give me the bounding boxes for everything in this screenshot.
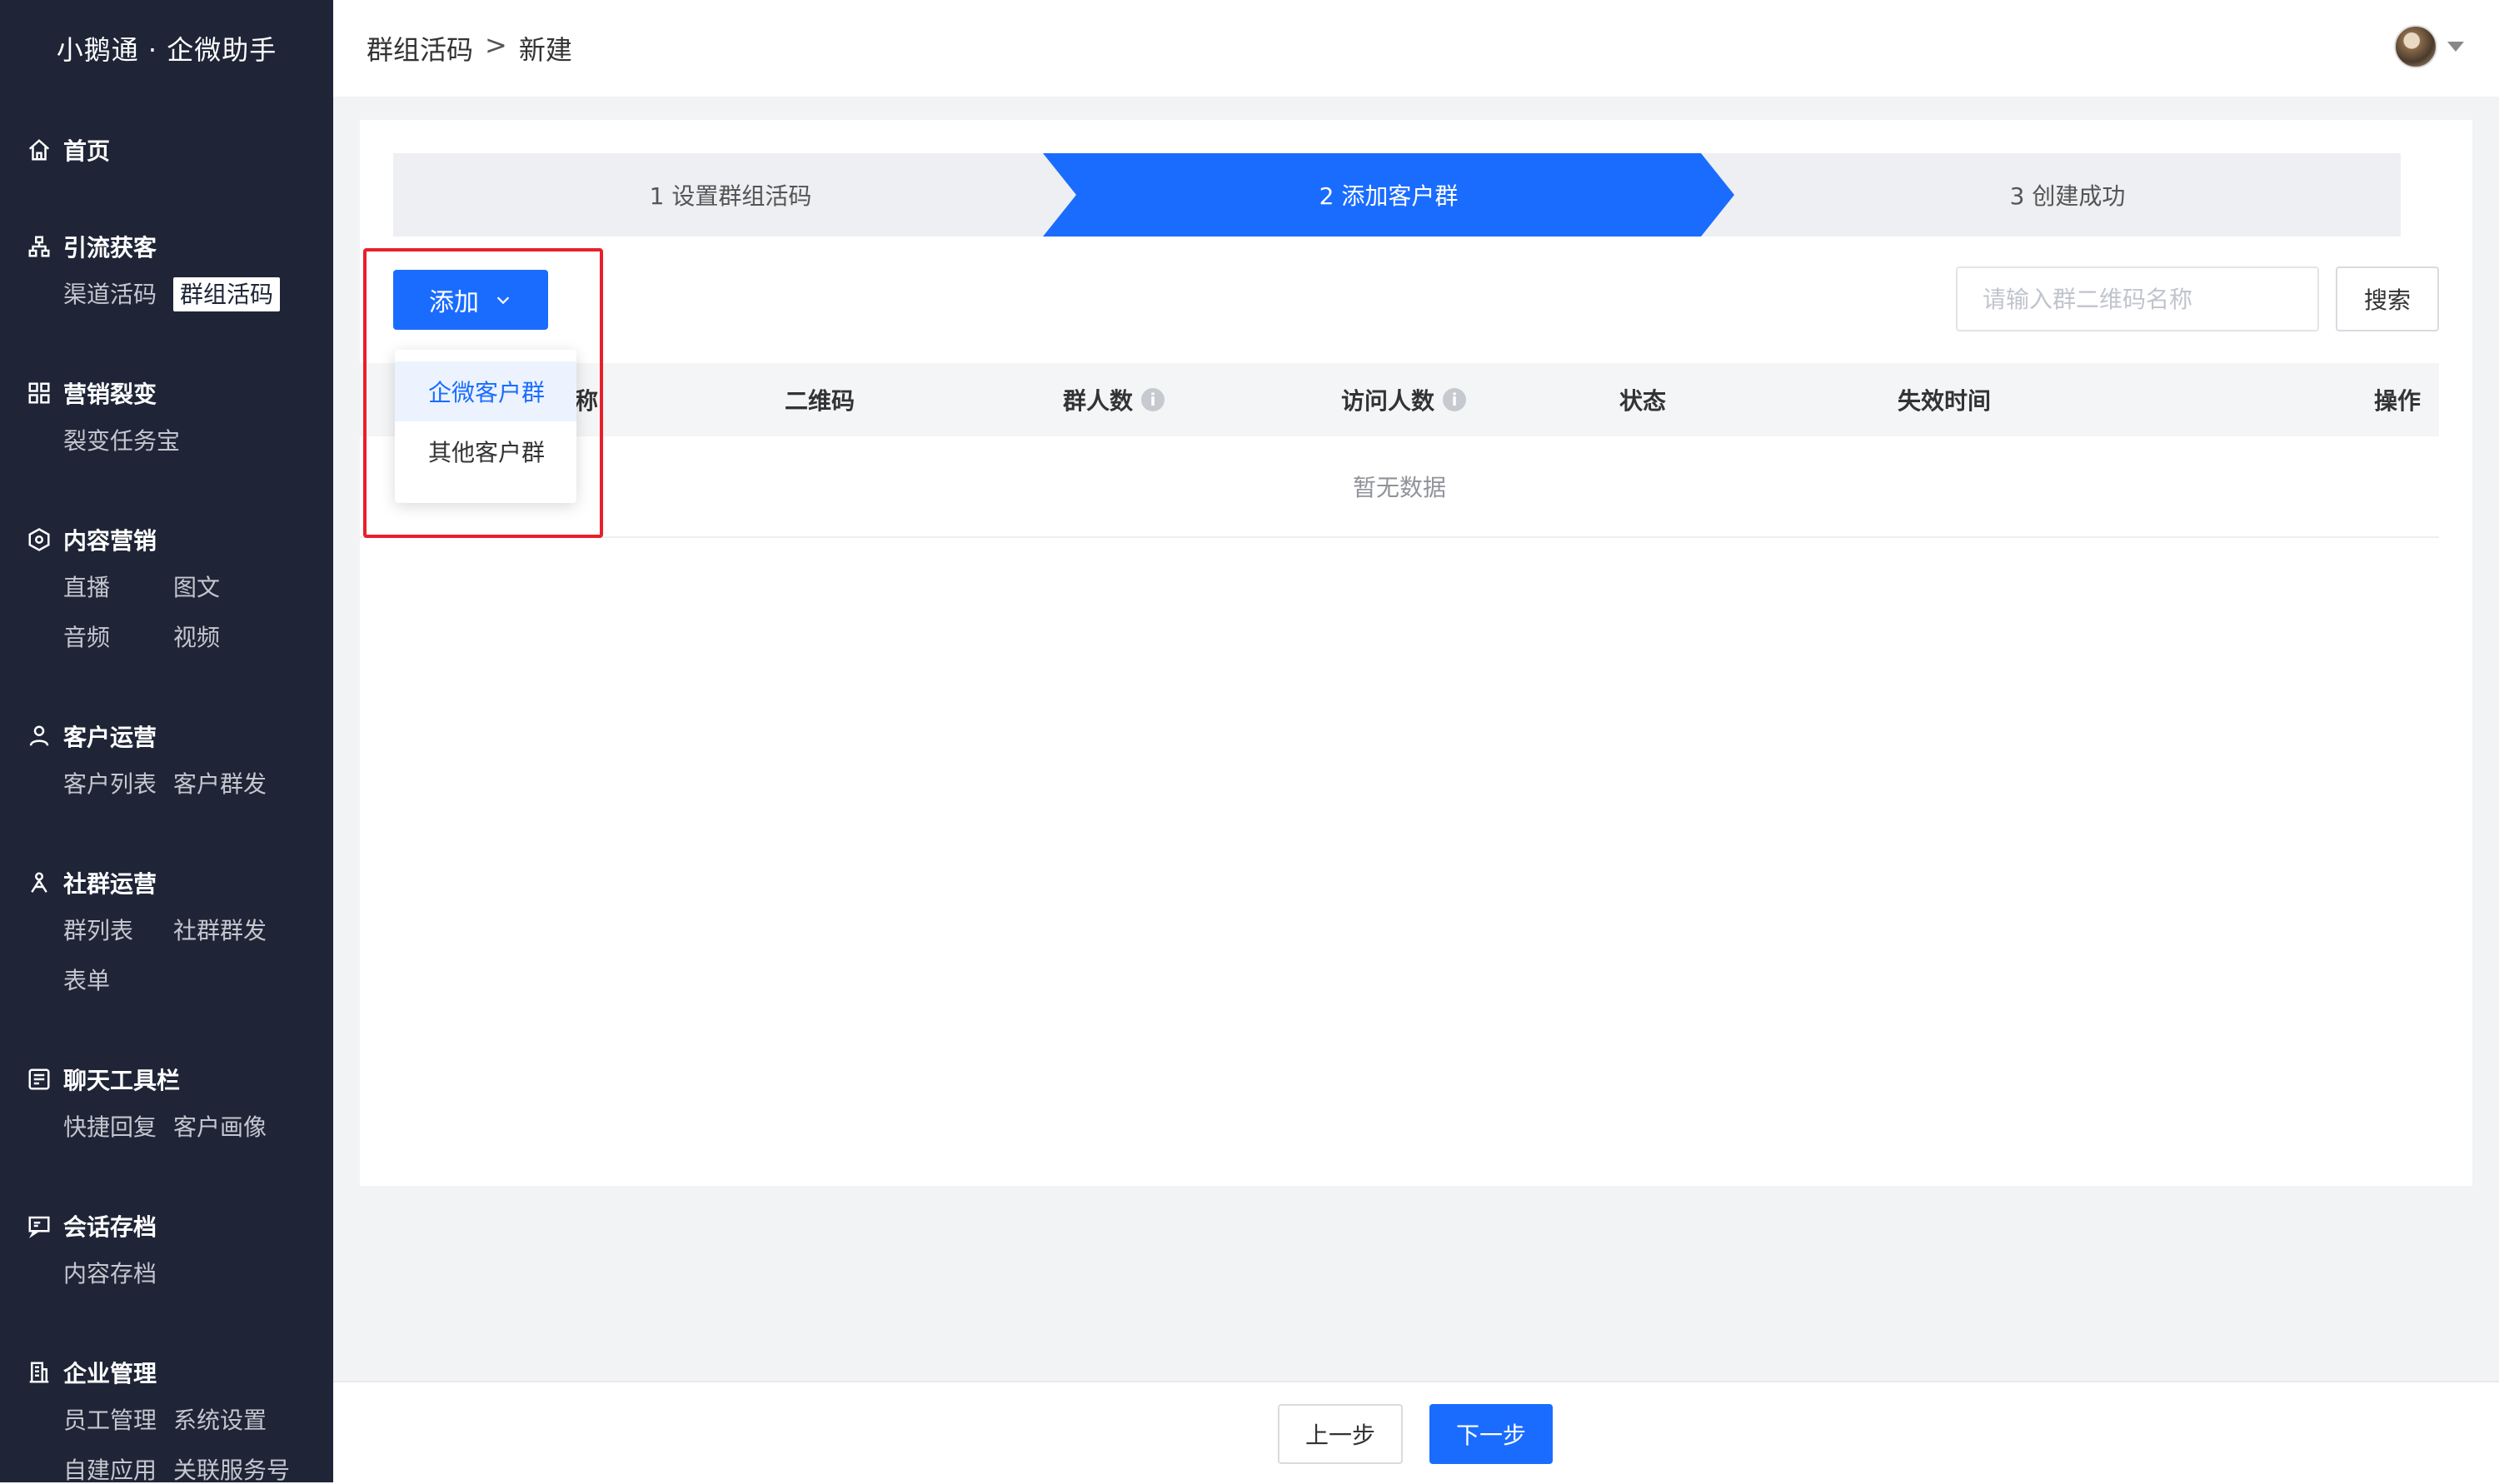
person-icon: [27, 724, 52, 749]
breadcrumb-separator: >: [485, 29, 507, 61]
sidebar-item-channel-code[interactable]: 渠道活码: [63, 270, 173, 320]
nav-group-label: 企业管理: [63, 1360, 157, 1387]
toolbar-icon: [27, 1067, 52, 1092]
top-header: 群组活码 > 新建: [333, 0, 2499, 97]
sidebar-item-service-account[interactable]: 关联服务号: [173, 1446, 290, 1482]
main-card: 1 设置群组活码 3 创建成功 2 添加客户群 添加 搜索 名称 二维码 群人数…: [360, 120, 2472, 1186]
sidebar-item-customer-profile[interactable]: 客户画像: [173, 1103, 283, 1153]
empty-state: 暂无数据: [360, 436, 2439, 538]
sidebar-item-group-code[interactable]: 群组活码: [173, 270, 283, 320]
nav-group-content: 内容营销 直播 图文 音频 视频: [0, 516, 333, 663]
sidebar-item-settings[interactable]: 系统设置: [173, 1396, 283, 1446]
sidebar-item-live[interactable]: 直播: [63, 563, 173, 613]
nav-group-title[interactable]: 客户运营: [0, 713, 333, 759]
breadcrumb-parent[interactable]: 群组活码: [367, 29, 473, 67]
nav-group-label: 首页: [63, 137, 111, 165]
brand-title: 小鹅通 · 企微助手: [56, 34, 277, 66]
nav-group-label: 内容营销: [63, 527, 157, 555]
next-step-button[interactable]: 下一步: [1429, 1404, 1553, 1464]
nav-group-title[interactable]: 内容营销: [0, 516, 333, 563]
group-table: 名称 二维码 群人数 i 访问人数 i 状态 失效时间 操作 暂无数据: [360, 363, 2439, 538]
nav-group-customer: 客户运营 客户列表 客户群发: [0, 713, 333, 809]
column-actions: 操作: [2374, 387, 2422, 415]
breadcrumb: 群组活码 > 新建: [367, 29, 572, 67]
sidebar: 小鹅通 · 企微助手 首页 引流获客 渠道活码 群组活码 营销裂变 裂变任务宝 …: [0, 0, 333, 1482]
column-member-count: 群人数 i: [1063, 363, 1165, 436]
group-icon: [27, 870, 52, 895]
hierarchy-icon: [27, 381, 52, 406]
nav-group-title[interactable]: 会话存档: [0, 1203, 333, 1249]
sidebar-item-staff[interactable]: 员工管理: [63, 1396, 173, 1446]
nav-group-title[interactable]: 引流获客: [0, 223, 333, 270]
footer-bar: 上一步 下一步: [333, 1381, 2499, 1484]
nav-group-label: 聊天工具栏: [63, 1067, 181, 1094]
nav-group-label: 引流获客: [63, 234, 157, 261]
step-2-active: 2 添加客户群: [1043, 153, 1734, 237]
prev-step-button[interactable]: 上一步: [1278, 1404, 1403, 1464]
nav-group-label: 客户运营: [63, 724, 157, 751]
sidebar-item-community-broadcast[interactable]: 社群群发: [173, 906, 283, 956]
hexagon-icon: [27, 527, 52, 552]
nav-group-title[interactable]: 首页: [0, 127, 333, 173]
sidebar-item-form[interactable]: 表单: [63, 956, 173, 1006]
nav-group-title[interactable]: 社群运营: [0, 859, 333, 906]
column-expire-time: 失效时间: [1898, 387, 1992, 415]
column-visit-count: 访问人数 i: [1341, 363, 1467, 436]
sidebar-item-video[interactable]: 视频: [173, 613, 283, 663]
chat-archive-icon: [27, 1213, 52, 1238]
highlight-annotation-box: [363, 248, 603, 538]
sidebar-item-audio[interactable]: 音频: [63, 613, 173, 663]
nav-group-title[interactable]: 聊天工具栏: [0, 1056, 333, 1103]
sidebar-item-quick-reply[interactable]: 快捷回复: [63, 1103, 173, 1153]
column-status: 状态: [1619, 387, 1667, 415]
network-icon: [27, 234, 52, 259]
breadcrumb-current: 新建: [518, 34, 572, 66]
building-icon: [27, 1360, 52, 1385]
nav-group-home[interactable]: 首页: [0, 127, 333, 173]
nav-group-label: 社群运营: [63, 870, 157, 898]
search-input[interactable]: [1956, 266, 2319, 331]
step-1: 1 设置群组活码: [393, 153, 1068, 237]
nav-group-acquisition: 引流获客 渠道活码 群组活码: [0, 223, 333, 320]
sidebar-item-customer-list[interactable]: 客户列表: [63, 759, 173, 809]
table-header: 名称 二维码 群人数 i 访问人数 i 状态 失效时间 操作: [360, 363, 2439, 436]
nav-group-label: 营销裂变: [63, 381, 157, 408]
step-indicator: 1 设置群组活码 3 创建成功 2 添加客户群: [393, 153, 2401, 237]
nav-group-community: 社群运营 群列表 社群群发 表单: [0, 859, 333, 1006]
sidebar-item-content-archive[interactable]: 内容存档: [63, 1249, 173, 1299]
search-button[interactable]: 搜索: [2336, 266, 2439, 331]
nav-group-title[interactable]: 营销裂变: [0, 370, 333, 416]
home-icon: [27, 137, 52, 162]
avatar[interactable]: [2394, 25, 2437, 68]
sidebar-item-customer-broadcast[interactable]: 客户群发: [173, 759, 283, 809]
nav-group-archive: 会话存档 内容存档: [0, 1203, 333, 1299]
sidebar-item-group-list[interactable]: 群列表: [63, 906, 173, 956]
info-icon[interactable]: i: [1443, 388, 1467, 411]
nav-group-chat-toolbar: 聊天工具栏 快捷回复 客户画像: [0, 1056, 333, 1153]
sidebar-item-fission-task[interactable]: 裂变任务宝: [63, 416, 263, 466]
nav-group-enterprise: 企业管理 员工管理 系统设置 自建应用 关联服务号: [0, 1349, 333, 1482]
sidebar-item-article[interactable]: 图文: [173, 563, 283, 613]
caret-down-icon[interactable]: [2447, 42, 2464, 52]
info-icon[interactable]: i: [1141, 388, 1165, 411]
user-menu[interactable]: [2394, 25, 2464, 68]
sidebar-item-custom-app[interactable]: 自建应用: [63, 1446, 173, 1482]
nav-group-label: 会话存档: [63, 1213, 157, 1241]
nav-group-marketing: 营销裂变 裂变任务宝: [0, 370, 333, 466]
column-qrcode: 二维码: [785, 387, 855, 415]
nav-group-title[interactable]: 企业管理: [0, 1349, 333, 1396]
